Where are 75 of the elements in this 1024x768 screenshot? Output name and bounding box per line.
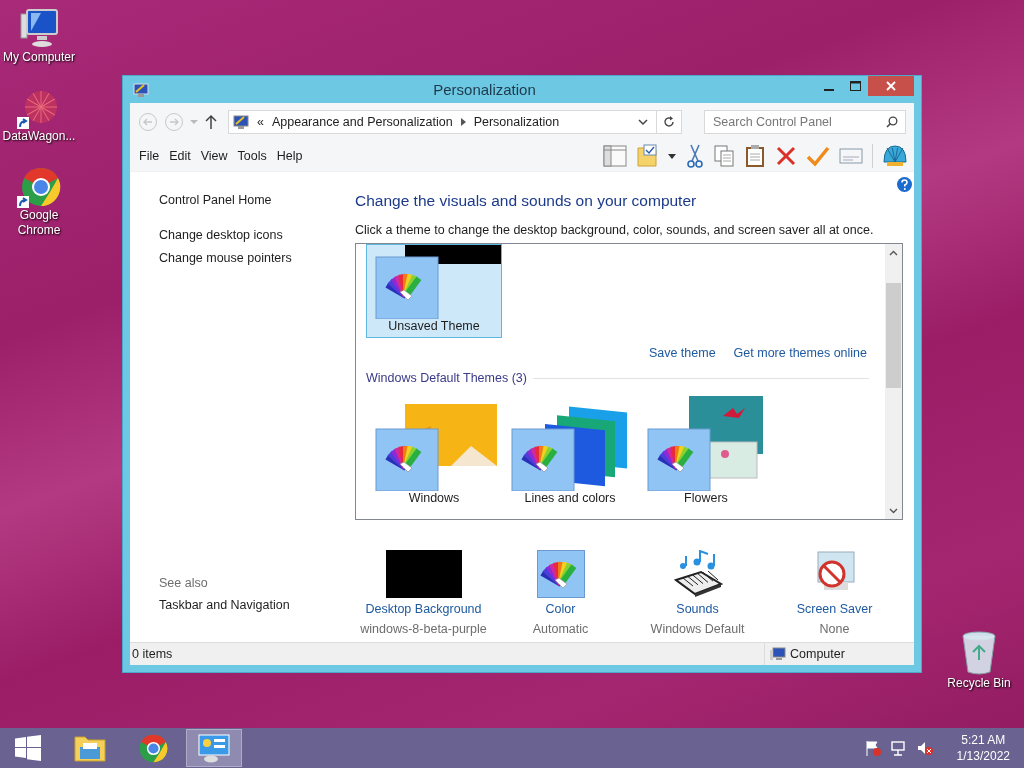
desktop-icon[interactable]: Google Chrome [0, 164, 78, 240]
checkmark-icon[interactable] [806, 145, 830, 167]
control-panel-icon [197, 733, 231, 763]
page-description: Click a theme to change the desktop background, color, sounds, and screen saver all at once. [355, 223, 875, 237]
desktop-icon[interactable]: My Computer [0, 6, 78, 67]
maximize-icon[interactable] [849, 81, 861, 91]
setting-value: windows-8-beta-purple [360, 622, 487, 636]
scroll-down-icon[interactable] [889, 507, 898, 514]
setting-link[interactable]: Sounds [676, 602, 719, 616]
windows-logo-icon [15, 735, 41, 761]
chevron-icon[interactable] [460, 118, 466, 126]
delete-icon[interactable] [775, 145, 797, 167]
setting-link[interactable]: Desktop Background [365, 602, 482, 616]
sidebar-link[interactable]: Change mouse pointers [159, 247, 292, 270]
window-title: Personalization [432, 81, 537, 98]
desktop-icon[interactable]: DataWagon... [0, 85, 78, 146]
color-fan-icon [536, 550, 585, 598]
up-button[interactable] [204, 114, 218, 130]
desktop-icon[interactable]: Recycle Bin [940, 628, 1018, 693]
breadcrumb[interactable]: Appearance and Personalization [271, 115, 453, 129]
group-heading: Windows Default Themes (3) [366, 371, 527, 385]
search-icon[interactable] [886, 116, 898, 128]
theme-item[interactable]: Unsaved Theme [366, 244, 502, 338]
close-button[interactable] [868, 76, 914, 96]
setting-link[interactable]: Screen Saver [796, 602, 873, 616]
menu-item[interactable]: View [200, 149, 237, 163]
sidebar-link[interactable]: Taskbar and Navigation [159, 594, 290, 617]
recycle-bin-icon [959, 630, 999, 676]
page-heading: Change the visuals and sounds on your computer [355, 192, 698, 210]
breadcrumb[interactable]: Personalization [473, 115, 560, 129]
control-panel-icon [133, 81, 149, 98]
sidebar-link[interactable]: Control Panel Home [159, 189, 272, 212]
address-bar[interactable]: « Appearance and Personalization Personalization [228, 110, 682, 134]
scissors-icon[interactable] [686, 144, 704, 168]
sidebar-link[interactable]: Change desktop icons [159, 224, 283, 247]
clock-time[interactable]: 5:21 AM [961, 732, 1006, 748]
setting-value: None [819, 622, 850, 636]
theme-item[interactable]: Lines and colors [502, 395, 638, 510]
clipboard-icon[interactable] [744, 144, 766, 168]
scroll-up-icon[interactable] [889, 249, 898, 256]
speaker-muted-icon[interactable] [916, 740, 933, 756]
theme-item[interactable]: Flowers [638, 395, 774, 510]
theme-item[interactable]: Windows [366, 395, 502, 510]
folder-check-icon[interactable] [636, 144, 658, 168]
help-icon[interactable] [897, 177, 912, 192]
folder-icon [74, 733, 106, 763]
setting-value: Automatic [532, 622, 589, 636]
music-keyboard-icon [672, 550, 723, 598]
address-overflow[interactable]: « [257, 115, 264, 129]
theme-link[interactable]: Get more themes online [733, 346, 867, 360]
scroll-thumb[interactable] [886, 283, 901, 388]
theme-link[interactable]: Save theme [648, 346, 716, 360]
network-icon[interactable] [890, 740, 907, 756]
menu-item[interactable]: File [139, 149, 169, 163]
caret-icon[interactable] [667, 152, 677, 160]
clock-date[interactable]: 1/13/2022 [956, 748, 1010, 764]
flag-icon[interactable] [864, 740, 881, 756]
taskbar-button[interactable] [186, 729, 242, 767]
item-count: 0 items [132, 647, 173, 661]
close-icon[interactable] [886, 81, 896, 91]
computer-icon [770, 647, 786, 661]
setting-link[interactable]: Color [545, 602, 576, 616]
computer-icon [17, 8, 61, 50]
status-location: Computer [790, 647, 845, 661]
menu-item[interactable]: Edit [169, 149, 200, 163]
refresh-icon[interactable] [663, 116, 675, 128]
menu-item[interactable]: Tools [237, 149, 276, 163]
shell-icon[interactable] [882, 144, 908, 168]
setting-value: Windows Default [650, 622, 745, 636]
search-field[interactable]: Search Control Panel [704, 110, 906, 134]
control-panel-icon [233, 114, 249, 130]
see-also-heading: See also [159, 575, 209, 592]
menu-item[interactable]: Help [276, 149, 312, 163]
scrollbar[interactable] [885, 244, 902, 519]
dropdown-caret-icon[interactable] [638, 118, 648, 126]
